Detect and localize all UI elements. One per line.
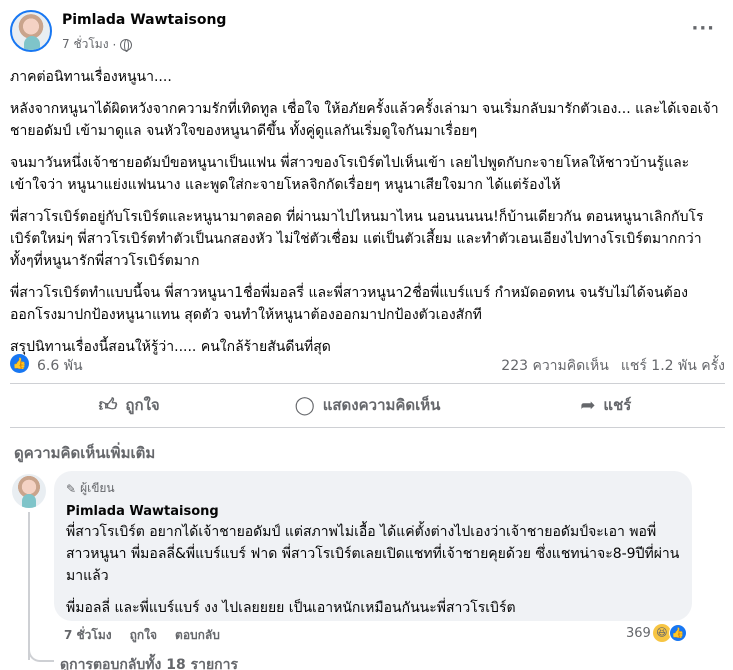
- comment-text: พี่สาวโรเบิร์ต อยากได้เจ้าชายอดัมป์ แต่ส…: [66, 524, 680, 584]
- post-paragraph: หลังจากหนูนาได้ผิดหวังจากความรักที่เทิดท…: [10, 101, 719, 139]
- comment-reaction-count: 369: [626, 625, 651, 641]
- comment-avatar[interactable]: [12, 474, 46, 508]
- view-more-comments-link[interactable]: ดูความคิดเห็นเพิ่มเติม: [14, 441, 155, 465]
- divider: [10, 427, 725, 428]
- post-paragraph: พี่สาวโรเบิร์ตอยู่กับโรเบิร์ตและหนูนามาต…: [10, 209, 704, 269]
- post-meta: 7 ชั่วโมง ·: [62, 35, 133, 54]
- separator-dot: ·: [112, 37, 117, 52]
- comment-button-label: แสดงความคิดเห็น: [322, 396, 441, 414]
- shares-count[interactable]: แชร์ 1.2 พัน ครั้ง: [621, 355, 725, 377]
- share-arrow-icon: ➦: [580, 394, 596, 416]
- author-badge-label: ผู้เขียน: [80, 481, 115, 495]
- like-button[interactable]: 👍︎ ถูกใจ: [10, 387, 248, 423]
- post-paragraph: ภาคต่อนิทานเรื่องหนูนา....: [10, 69, 172, 85]
- share-button[interactable]: ➦ แชร์: [487, 387, 725, 423]
- post-stats: 👍 6.6 พัน 223 ความคิดเห็น แชร์ 1.2 พัน ค…: [10, 353, 725, 375]
- post-author-name[interactable]: Pimlada Wawtaisong: [62, 12, 226, 28]
- comment-reactions[interactable]: 369 😆 👍: [626, 624, 687, 642]
- thumbs-up-icon: 👍︎: [98, 395, 118, 416]
- author-badge: ✎ ผู้เขียน: [66, 479, 680, 498]
- post-body: ภาคต่อนิทานเรื่องหนูนา.... หลังจากหนูนาไ…: [10, 66, 722, 368]
- globe-icon: [120, 38, 133, 52]
- comment-bubble: ✎ ผู้เขียน Pimlada Wawtaisong พี่สาวโรเบ…: [54, 471, 692, 621]
- comment-author-name[interactable]: Pimlada Wawtaisong: [66, 504, 680, 519]
- avatar[interactable]: [10, 10, 52, 52]
- comment-meta: 7 ชั่วโมง ถูกใจ ตอบกลับ: [64, 626, 220, 645]
- action-bar: 👍︎ ถูกใจ ◯ แสดงความคิดเห็น ➦ แชร์: [10, 387, 725, 423]
- post-paragraph: จนมาวันหนึ่งเจ้าชายอดัมป์ขอหนูนาเป็นแฟน …: [10, 155, 690, 193]
- post-paragraph: พี่สาวโรเบิร์ตทำแบบนี้จน พี่สาวหนูนา1ชื่…: [10, 285, 688, 323]
- comment-bubble-icon: ◯: [294, 394, 315, 416]
- thread-line: [28, 512, 30, 660]
- post-header: Pimlada Wawtaisong 7 ชั่วโมง · ···: [10, 10, 725, 56]
- comment-reply-button[interactable]: ตอบกลับ: [175, 626, 220, 645]
- pen-icon: ✎: [66, 481, 77, 496]
- more-options-icon[interactable]: ···: [691, 18, 715, 39]
- like-reaction-icon[interactable]: 👍: [10, 354, 29, 373]
- comment-button[interactable]: ◯ แสดงความคิดเห็น: [248, 387, 486, 423]
- divider: [10, 383, 725, 384]
- comment-time[interactable]: 7 ชั่วโมง: [64, 626, 112, 645]
- view-all-replies-link[interactable]: ดูการตอบกลับทั้ง 18 รายการ: [60, 654, 238, 670]
- post-time[interactable]: 7 ชั่วโมง: [62, 35, 109, 54]
- share-button-label: แชร์: [603, 396, 632, 414]
- comment-like-button[interactable]: ถูกใจ: [130, 626, 157, 645]
- comments-count[interactable]: 223 ความคิดเห็น: [501, 355, 609, 377]
- thread-connector: [28, 640, 54, 662]
- like-reaction-icon: 👍: [668, 624, 687, 642]
- likes-count[interactable]: 6.6 พัน: [37, 355, 83, 377]
- like-button-label: ถูกใจ: [125, 396, 160, 414]
- comment-text: พี่มอลลี่ และพี่แบร์แบร์ งง ไปเลยยยย เป็…: [66, 600, 516, 616]
